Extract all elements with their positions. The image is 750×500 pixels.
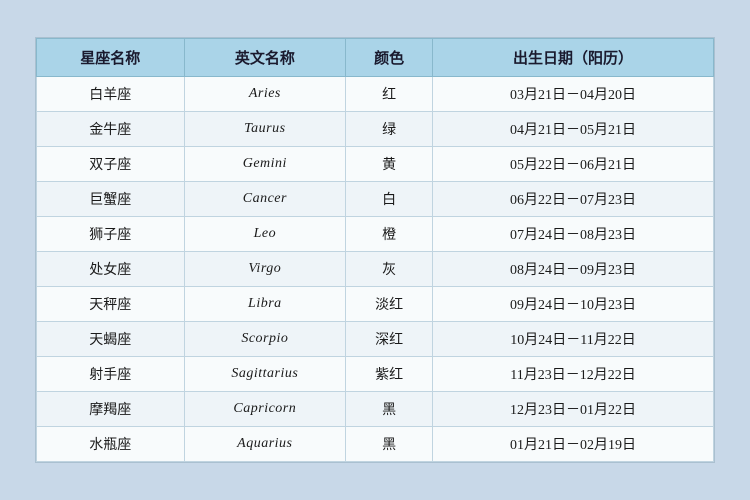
cell-row4-col1: Leo <box>184 217 346 252</box>
cell-row10-col2: 黑 <box>346 427 433 462</box>
cell-row5-col0: 处女座 <box>37 252 185 287</box>
cell-row7-col0: 天蝎座 <box>37 322 185 357</box>
cell-row5-col2: 灰 <box>346 252 433 287</box>
col-header-dates: 出生日期（阳历） <box>433 39 714 77</box>
cell-row3-col0: 巨蟹座 <box>37 182 185 217</box>
cell-row4-col3: 07月24日－08月23日 <box>433 217 714 252</box>
cell-row6-col1: Libra <box>184 287 346 322</box>
cell-row4-col2: 橙 <box>346 217 433 252</box>
cell-row2-col1: Gemini <box>184 147 346 182</box>
cell-row6-col0: 天秤座 <box>37 287 185 322</box>
cell-row3-col1: Cancer <box>184 182 346 217</box>
cell-row2-col2: 黄 <box>346 147 433 182</box>
cell-row10-col3: 01月21日－02月19日 <box>433 427 714 462</box>
cell-row0-col2: 红 <box>346 77 433 112</box>
zodiac-table: 星座名称 英文名称 颜色 出生日期（阳历） 白羊座Aries红03月21日－04… <box>36 38 714 462</box>
table-body: 白羊座Aries红03月21日－04月20日金牛座Taurus绿04月21日－0… <box>37 77 714 462</box>
table-row: 巨蟹座Cancer白06月22日－07月23日 <box>37 182 714 217</box>
table-row: 白羊座Aries红03月21日－04月20日 <box>37 77 714 112</box>
cell-row8-col3: 11月23日－12月22日 <box>433 357 714 392</box>
table-row: 处女座Virgo灰08月24日－09月23日 <box>37 252 714 287</box>
cell-row2-col0: 双子座 <box>37 147 185 182</box>
table-header-row: 星座名称 英文名称 颜色 出生日期（阳历） <box>37 39 714 77</box>
cell-row5-col3: 08月24日－09月23日 <box>433 252 714 287</box>
zodiac-table-container: 星座名称 英文名称 颜色 出生日期（阳历） 白羊座Aries红03月21日－04… <box>35 37 715 463</box>
table-row: 水瓶座Aquarius黑01月21日－02月19日 <box>37 427 714 462</box>
cell-row7-col1: Scorpio <box>184 322 346 357</box>
table-row: 金牛座Taurus绿04月21日－05月21日 <box>37 112 714 147</box>
table-row: 天蝎座Scorpio深红10月24日－11月22日 <box>37 322 714 357</box>
cell-row1-col1: Taurus <box>184 112 346 147</box>
cell-row1-col3: 04月21日－05月21日 <box>433 112 714 147</box>
cell-row1-col2: 绿 <box>346 112 433 147</box>
table-row: 摩羯座Capricorn黑12月23日－01月22日 <box>37 392 714 427</box>
cell-row3-col3: 06月22日－07月23日 <box>433 182 714 217</box>
cell-row3-col2: 白 <box>346 182 433 217</box>
table-row: 天秤座Libra淡红09月24日－10月23日 <box>37 287 714 322</box>
cell-row9-col3: 12月23日－01月22日 <box>433 392 714 427</box>
cell-row6-col2: 淡红 <box>346 287 433 322</box>
cell-row10-col0: 水瓶座 <box>37 427 185 462</box>
cell-row9-col0: 摩羯座 <box>37 392 185 427</box>
cell-row6-col3: 09月24日－10月23日 <box>433 287 714 322</box>
col-header-chinese: 星座名称 <box>37 39 185 77</box>
cell-row9-col2: 黑 <box>346 392 433 427</box>
cell-row0-col3: 03月21日－04月20日 <box>433 77 714 112</box>
cell-row0-col0: 白羊座 <box>37 77 185 112</box>
cell-row0-col1: Aries <box>184 77 346 112</box>
cell-row4-col0: 狮子座 <box>37 217 185 252</box>
cell-row9-col1: Capricorn <box>184 392 346 427</box>
table-row: 射手座Sagittarius紫红11月23日－12月22日 <box>37 357 714 392</box>
cell-row10-col1: Aquarius <box>184 427 346 462</box>
col-header-english: 英文名称 <box>184 39 346 77</box>
cell-row7-col3: 10月24日－11月22日 <box>433 322 714 357</box>
cell-row8-col0: 射手座 <box>37 357 185 392</box>
cell-row5-col1: Virgo <box>184 252 346 287</box>
table-row: 双子座Gemini黄05月22日－06月21日 <box>37 147 714 182</box>
cell-row8-col2: 紫红 <box>346 357 433 392</box>
cell-row1-col0: 金牛座 <box>37 112 185 147</box>
col-header-color: 颜色 <box>346 39 433 77</box>
cell-row8-col1: Sagittarius <box>184 357 346 392</box>
cell-row2-col3: 05月22日－06月21日 <box>433 147 714 182</box>
table-row: 狮子座Leo橙07月24日－08月23日 <box>37 217 714 252</box>
cell-row7-col2: 深红 <box>346 322 433 357</box>
